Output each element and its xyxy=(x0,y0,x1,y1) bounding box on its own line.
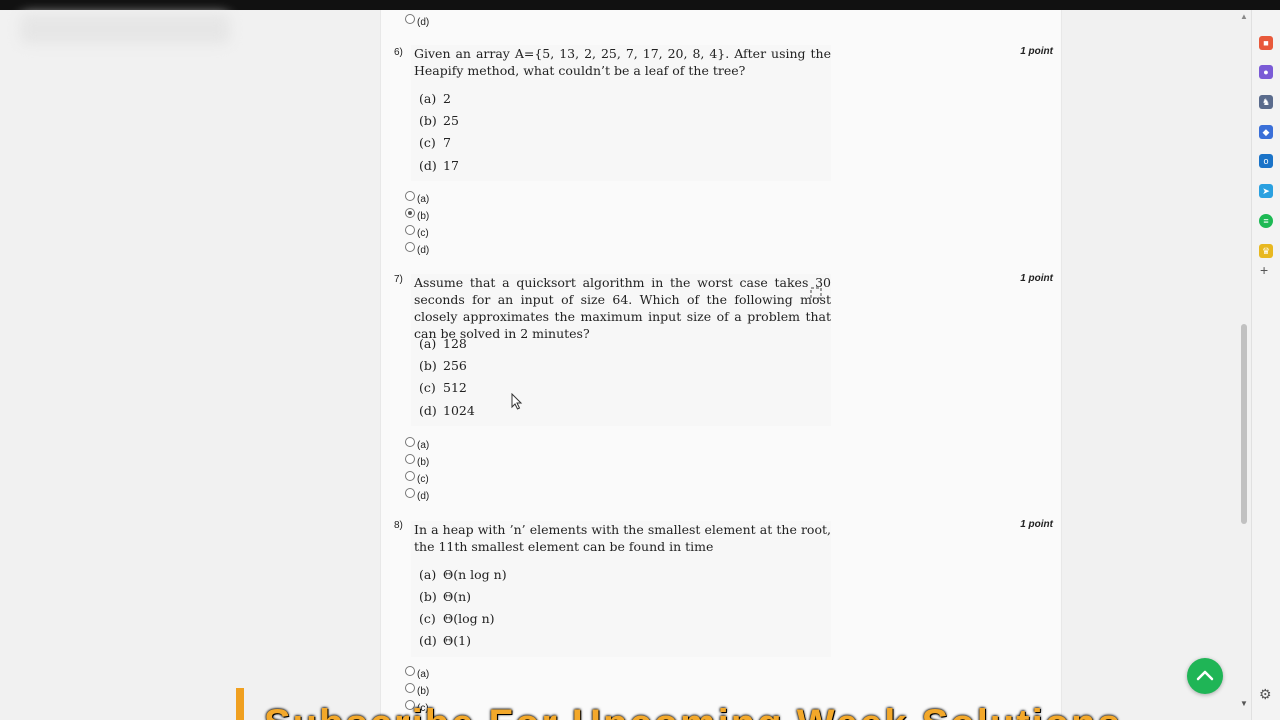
radio-option-b[interactable]: (b) xyxy=(405,454,429,470)
blurred-region xyxy=(20,14,230,44)
radio-option-c[interactable]: (c) xyxy=(405,471,429,487)
question-image: In a heap with ’n’ elements with the sma… xyxy=(411,521,831,657)
radio-label: (d) xyxy=(417,16,430,28)
trophy-icon[interactable]: ♛ xyxy=(1259,244,1273,258)
radio-button[interactable] xyxy=(405,225,415,235)
radio-button[interactable] xyxy=(405,488,415,498)
browser-top-bar xyxy=(0,0,1280,10)
banner-accent-bar xyxy=(236,688,244,720)
radio-button[interactable] xyxy=(405,454,415,464)
quiz-content: (d) 6) 1 point Given an array A={5, 13, … xyxy=(380,10,1062,720)
radio-option-a[interactable]: (a) xyxy=(405,191,429,207)
gear-icon[interactable]: ⚙ xyxy=(1259,686,1272,703)
option-a: (a) 2 xyxy=(419,91,451,106)
option-d: (d) Θ(1) xyxy=(419,633,471,648)
option-c: (c) 7 xyxy=(419,135,451,150)
radio-button[interactable] xyxy=(405,471,415,481)
option-a: (a) Θ(n log n) xyxy=(419,567,507,582)
crop-icon[interactable] xyxy=(809,286,823,300)
outlook-icon[interactable]: o xyxy=(1259,154,1273,168)
question-text: Assume that a quicksort algorithm in the… xyxy=(414,275,831,341)
radio-option-d[interactable]: (d) xyxy=(405,488,429,504)
spotify-icon[interactable]: ≡ xyxy=(1259,214,1273,228)
people-icon[interactable]: ● xyxy=(1259,65,1273,79)
question-number: 8) xyxy=(394,520,403,531)
telegram-icon[interactable]: ➤ xyxy=(1259,184,1273,198)
question-points: 1 point xyxy=(1020,273,1053,284)
scrollbar-thumb[interactable] xyxy=(1241,324,1247,524)
radio-option-a[interactable]: (a) xyxy=(405,666,429,682)
chess-icon[interactable]: ♞ xyxy=(1259,95,1273,109)
radio-button[interactable] xyxy=(405,242,415,252)
radio-option-d[interactable]: (d) xyxy=(405,242,429,258)
copilot-icon[interactable]: ◆ xyxy=(1259,125,1273,139)
page-scrollbar[interactable]: ▲ ▼ xyxy=(1238,10,1250,710)
question-text: Given an array A={5, 13, 2, 25, 7, 17, 2… xyxy=(414,46,831,78)
scroll-up-icon[interactable]: ▲ xyxy=(1240,12,1248,21)
add-icon[interactable]: + xyxy=(1260,262,1268,278)
question-number: 6) xyxy=(394,47,403,58)
option-a: (a) 128 xyxy=(419,336,467,351)
question-points: 1 point xyxy=(1020,46,1053,57)
question-image: Given an array A={5, 13, 2, 25, 7, 17, 2… xyxy=(411,45,831,181)
radio-option-c[interactable]: (c) xyxy=(405,225,429,241)
option-b: (b) Θ(n) xyxy=(419,589,472,604)
option-c: (c) 512 xyxy=(419,380,467,395)
option-d: (d) 17 xyxy=(419,158,459,173)
radio-option-b[interactable]: (b) xyxy=(405,208,429,224)
subscribe-banner: Subscribe For Upcoming Week Solutions xyxy=(236,688,1236,720)
question-number: 7) xyxy=(394,274,403,285)
mouse-cursor-icon xyxy=(511,393,523,410)
option-d: (d) 1024 xyxy=(419,403,475,418)
option-b: (b) 25 xyxy=(419,113,459,128)
question-image: Assume that a quicksort algorithm in the… xyxy=(411,274,831,426)
option-b: (b) 256 xyxy=(419,358,467,373)
radio-button[interactable] xyxy=(405,437,415,447)
question-text: In a heap with ’n’ elements with the sma… xyxy=(414,522,831,554)
option-c: (c) Θ(log n) xyxy=(419,611,495,626)
radio-button[interactable] xyxy=(405,191,415,201)
browser-sidebar: ■ ● ♞ ◆ o ➤ ≡ ♛ + ⚙ xyxy=(1251,10,1280,720)
radio-button[interactable] xyxy=(405,14,415,24)
question-points: 1 point xyxy=(1020,519,1053,530)
briefcase-icon[interactable]: ■ xyxy=(1259,36,1273,50)
scroll-down-icon[interactable]: ▼ xyxy=(1240,699,1248,708)
radio-option-a[interactable]: (a) xyxy=(405,437,429,453)
radio-button[interactable] xyxy=(405,666,415,676)
radio-option-d[interactable]: (d) xyxy=(405,14,429,30)
banner-text: Subscribe For Upcoming Week Solutions xyxy=(264,702,1122,720)
radio-button-selected[interactable] xyxy=(405,208,415,218)
